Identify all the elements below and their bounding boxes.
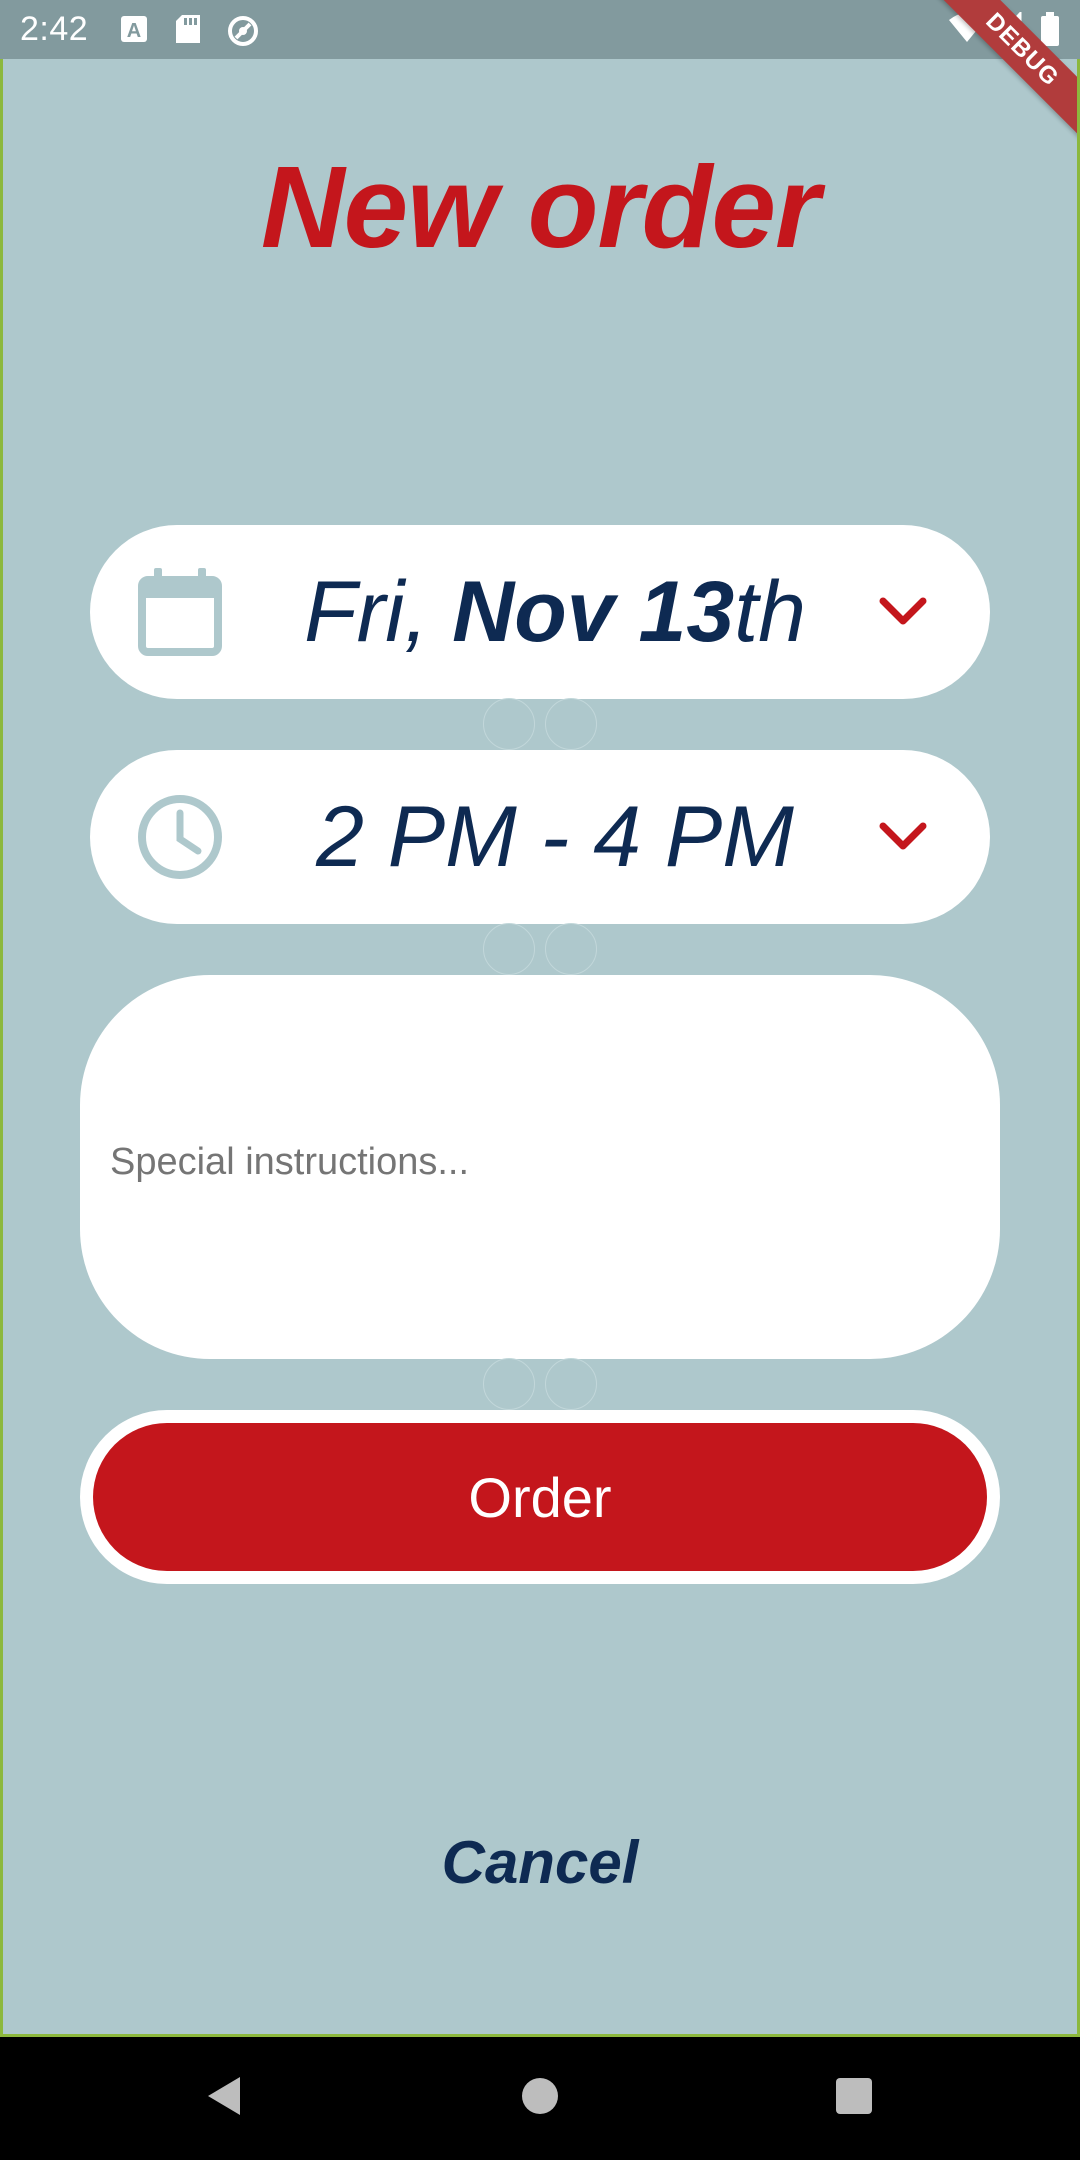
connector-left <box>483 698 535 750</box>
status-bar: 2:42 A <box>0 0 1080 59</box>
order-button[interactable]: Order <box>93 1423 987 1571</box>
connector-left <box>483 1358 535 1410</box>
recents-icon[interactable] <box>834 2073 874 2124</box>
date-value: Fri, Nov 13th <box>260 525 850 699</box>
home-icon[interactable] <box>520 2073 560 2124</box>
calendar-icon <box>136 566 224 658</box>
back-icon[interactable] <box>204 2073 244 2124</box>
connector-left <box>483 923 535 975</box>
navigation-bar <box>0 2037 1080 2160</box>
sd-card-icon <box>174 14 202 49</box>
connector-right <box>545 698 597 750</box>
instructions-box[interactable] <box>80 975 1000 1359</box>
date-day: Fri, <box>304 563 429 660</box>
a-notification-icon: A <box>120 14 148 49</box>
clock-icon <box>136 791 224 883</box>
time-picker[interactable]: 2 PM - 4 PM <box>90 750 990 924</box>
date-month-day: Nov 13 <box>452 563 735 660</box>
cancel-button[interactable]: Cancel <box>0 1828 1080 1897</box>
sync-icon <box>226 14 260 53</box>
date-suffix: th <box>734 563 806 660</box>
time-value: 2 PM - 4 PM <box>316 788 794 885</box>
chevron-down-icon[interactable] <box>878 818 928 858</box>
chevron-down-icon[interactable] <box>878 593 928 633</box>
page-title: New order <box>260 142 820 272</box>
left-frame-border <box>0 59 3 2037</box>
date-picker[interactable]: Fri, Nov 13th <box>90 525 990 699</box>
order-button-frame: Order <box>80 1410 1000 1584</box>
status-time: 2:42 <box>20 10 89 48</box>
special-instructions-input[interactable] <box>110 1141 970 1184</box>
connector-right <box>545 1358 597 1410</box>
connector-right <box>545 923 597 975</box>
svg-text:A: A <box>127 20 141 42</box>
